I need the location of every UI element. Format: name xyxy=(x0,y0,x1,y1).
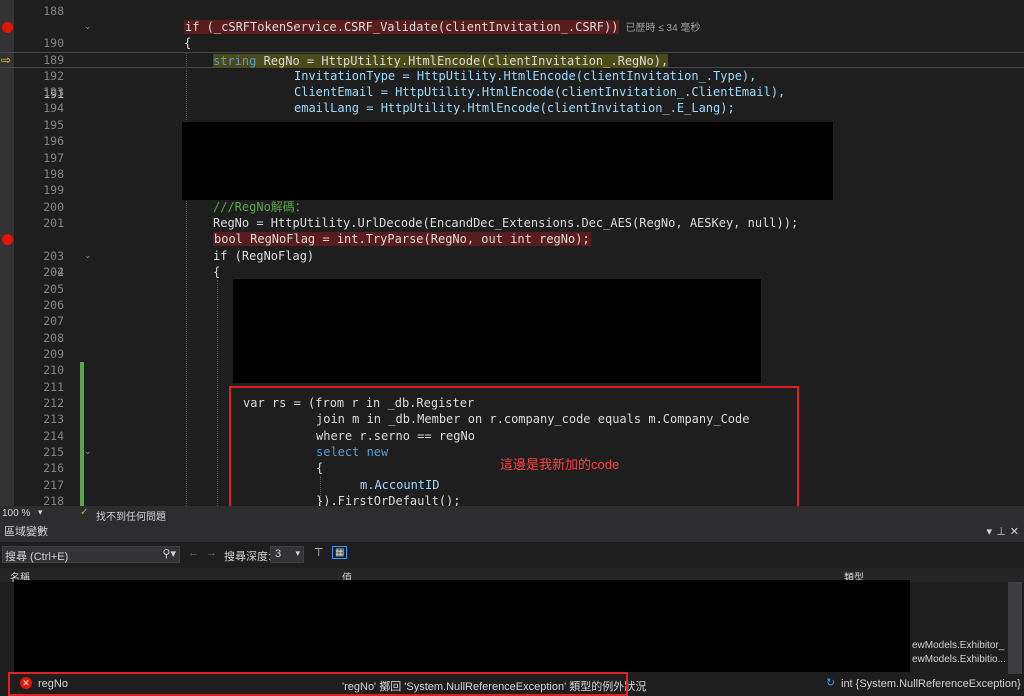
breakpoint-icon[interactable] xyxy=(2,22,13,33)
code-text: { xyxy=(213,265,221,279)
code-line[interactable]: 203 ⌄ if (RegNoFlag) xyxy=(0,248,1024,264)
code-line[interactable]: 193 ClientEmail = HttpUtility.HtmlEncode(… xyxy=(0,84,1024,100)
line-number: 190 xyxy=(43,36,64,50)
refresh-icon[interactable]: ↻ xyxy=(826,676,835,689)
zoom-level[interactable]: 100 % xyxy=(2,508,30,519)
line-number: 207 xyxy=(43,314,64,328)
line-number: 204 xyxy=(43,265,64,279)
forward-arrow-icon[interactable]: → xyxy=(206,547,217,559)
issues-status[interactable]: 找不到任何問題 xyxy=(96,508,166,523)
breakpoint-icon[interactable] xyxy=(2,234,13,245)
search-depth-value: 3 xyxy=(275,548,282,560)
code-line[interactable]: 190 { xyxy=(0,35,1024,51)
close-icon[interactable]: ✕ xyxy=(1010,522,1019,542)
pin-icon[interactable]: ⊥ xyxy=(996,522,1006,542)
code-text: emailLang = HttpUtility.HtmlEncode(clien… xyxy=(294,101,735,115)
line-number: 194 xyxy=(43,101,64,115)
line-number: 197 xyxy=(43,151,64,165)
code-line-current[interactable]: ⇨ 191 string RegNo = HttpUtility.HtmlEnc… xyxy=(0,52,1024,101)
search-input[interactable]: 搜尋 (Ctrl+E) ⚲▾ xyxy=(2,546,180,563)
annotation-highlight-box xyxy=(8,672,628,696)
code-text: bool RegNoFlag = int.TryParse(RegNo, out… xyxy=(213,232,591,246)
code-text: if (_cSRFTokenService.CSRF_Validate(clie… xyxy=(184,20,620,34)
code-text: InvitationType = HttpUtility.HtmlEncode(… xyxy=(294,69,757,83)
line-number: 196 xyxy=(43,134,64,148)
line-number: 192 xyxy=(43,69,64,83)
perf-tip[interactable]: 已歷時 ≤ 34 毫秒 xyxy=(625,23,700,34)
code-text: string xyxy=(213,54,257,68)
line-number: 198 xyxy=(43,167,64,181)
instruction-pointer-icon: ⇨ xyxy=(1,53,12,67)
annotation-text: 這邊是我新加的code xyxy=(500,457,620,472)
code-comment: ///RegNo解碼： xyxy=(213,200,307,214)
code-line[interactable]: 188 xyxy=(0,3,1024,19)
code-line[interactable]: 202 bool RegNoFlag = int.TryParse(RegNo,… xyxy=(0,231,1024,279)
line-number: 208 xyxy=(43,331,64,345)
line-number: 210 xyxy=(43,363,64,377)
redacted-region xyxy=(14,580,910,672)
code-line[interactable]: 201 RegNo = HttpUtility.UrlDecode(EncandD… xyxy=(0,215,1024,231)
hex-display-icon[interactable]: ▦ xyxy=(332,546,348,559)
search-icon[interactable]: ⚲▾ xyxy=(162,547,176,560)
line-number: 216 xyxy=(43,461,64,475)
dropdown-icon[interactable]: ▾ xyxy=(986,522,992,542)
code-line[interactable]: 200 ///RegNo解碼： xyxy=(0,199,1024,215)
line-number: 213 xyxy=(43,412,64,426)
redacted-region xyxy=(233,279,761,383)
editor-status-bar: 100 % ▾ ✓ 找不到任何問題 xyxy=(0,506,1024,523)
line-number: 215 xyxy=(43,445,64,459)
locals-toolbar: 搜尋 (Ctrl+E) ⚲▾ ← → 搜尋深度: 3 ▾ ⊤ ▦ xyxy=(0,544,1024,566)
code-text: { xyxy=(184,36,192,50)
back-arrow-icon[interactable]: ← xyxy=(188,547,199,559)
scrollbar[interactable] xyxy=(1008,582,1022,674)
panel-title: 區域變數 xyxy=(4,526,48,538)
variable-type: int {System.NullReferenceException} xyxy=(841,678,1021,690)
line-number: 203 xyxy=(43,249,64,263)
code-line[interactable]: 192 InvitationType = HttpUtility.HtmlEnco… xyxy=(0,68,1024,84)
code-text: RegNo = HttpUtility.UrlDecode(EncandDec_… xyxy=(213,216,799,230)
check-icon: ✓ xyxy=(80,507,89,518)
line-number: 211 xyxy=(43,380,64,394)
code-line[interactable]: 204 { xyxy=(0,264,1024,280)
collapse-icon[interactable]: ⌄ xyxy=(84,248,92,264)
annotation-highlight-box xyxy=(229,386,799,506)
code-text: RegNo = HttpUtility.HtmlEncode(clientInv… xyxy=(256,54,669,68)
line-number: 205 xyxy=(43,282,64,296)
line-number: 217 xyxy=(43,478,64,492)
code-text: if (RegNoFlag) xyxy=(213,249,315,263)
line-number: 200 xyxy=(43,200,64,214)
line-number: 201 xyxy=(43,216,64,230)
line-number: 188 xyxy=(43,4,64,18)
pin-icon[interactable]: ⊤ xyxy=(314,546,324,559)
search-depth-select[interactable]: 3 ▾ xyxy=(270,546,304,563)
line-number: 206 xyxy=(43,298,64,312)
code-line[interactable]: 194 emailLang = HttpUtility.HtmlEncode(cl… xyxy=(0,100,1024,116)
collapse-icon[interactable]: ⌄ xyxy=(84,19,92,35)
line-number: 195 xyxy=(43,118,64,132)
line-number: 218 xyxy=(43,494,64,506)
line-number: 209 xyxy=(43,347,64,361)
search-placeholder: 搜尋 (Ctrl+E) xyxy=(5,551,69,563)
line-number: 193 xyxy=(43,85,64,99)
collapse-icon[interactable]: ⌄ xyxy=(84,444,92,460)
code-line[interactable]: 189 ⌄ if (_cSRFTokenService.CSRF_Validat… xyxy=(0,19,1024,67)
redacted-region xyxy=(182,122,833,200)
line-number: 212 xyxy=(43,396,64,410)
search-depth-label: 搜尋深度: xyxy=(224,551,272,563)
locals-panel: 區域變數 ▾ ⊥ ✕ 搜尋 (Ctrl+E) ⚲▾ ← → 搜尋深度: 3 ▾ … xyxy=(0,522,1024,696)
row-type: ewModels.Exhibitor_ xyxy=(912,640,1005,651)
code-editor[interactable]: 188 189 ⌄ if (_cSRFTokenService.CSRF_Val… xyxy=(0,0,1024,506)
line-number: 199 xyxy=(43,183,64,197)
code-text: ClientEmail = HttpUtility.HtmlEncode(cli… xyxy=(294,85,786,99)
row-type: ewModels.Exhibitio... xyxy=(912,654,1006,665)
panel-header: 區域變數 ▾ ⊥ ✕ xyxy=(0,522,1024,542)
line-number: 214 xyxy=(43,429,64,443)
chevron-down-icon[interactable]: ▾ xyxy=(38,507,43,518)
chevron-down-icon: ▾ xyxy=(295,548,300,558)
